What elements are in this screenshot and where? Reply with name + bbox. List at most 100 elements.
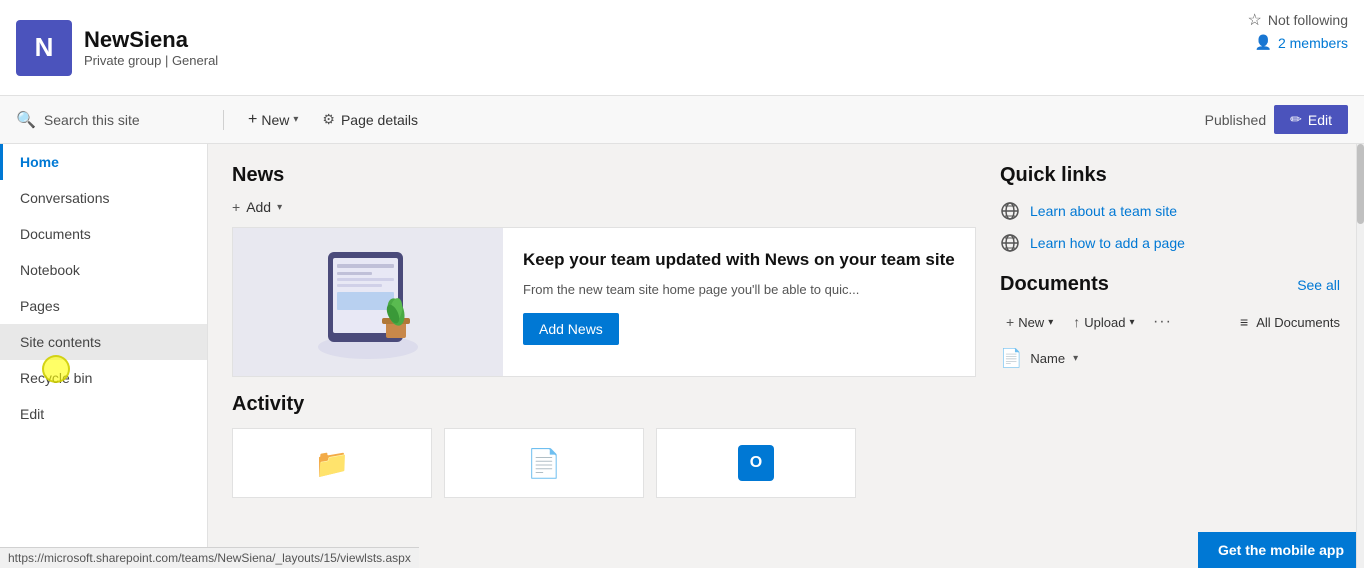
sidebar: Home Conversations Documents Notebook Pa… xyxy=(0,144,208,568)
status-bar: https://microsoft.sharepoint.com/teams/N… xyxy=(0,547,419,568)
docs-header: Documents See all xyxy=(1000,273,1340,296)
add-plus-icon: + xyxy=(232,199,240,215)
all-documents-button[interactable]: ≡ All Documents xyxy=(1240,314,1340,330)
new-label: New xyxy=(261,112,289,128)
docs-new-label: New xyxy=(1018,315,1044,330)
content-side: Quick links Learn about a team site xyxy=(1000,164,1340,548)
quick-links-title: Quick links xyxy=(1000,164,1340,187)
outlook-icon: Ο xyxy=(738,445,774,481)
content-main: News + Add ▾ xyxy=(232,164,976,548)
scrollbar-thumb[interactable] xyxy=(1357,144,1364,224)
sidebar-item-conversations[interactable]: Conversations xyxy=(0,180,207,216)
top-header: N NewSiena Private group | General ☆ Not… xyxy=(0,0,1364,96)
sidebar-notebook-label: Notebook xyxy=(20,262,80,278)
search-area[interactable]: 🔍 Search this site xyxy=(16,110,224,130)
members-link[interactable]: 👤 2 members xyxy=(1255,34,1348,51)
quick-link-item-1[interactable]: Learn about a team site xyxy=(1000,201,1340,221)
docs-new-chevron: ▾ xyxy=(1048,317,1053,328)
new-button[interactable]: + New ▾ xyxy=(240,107,306,133)
content-area: News + Add ▾ xyxy=(208,144,1364,568)
add-news-button[interactable]: Add News xyxy=(523,313,619,345)
new-chevron-icon: ▾ xyxy=(293,114,298,125)
name-sort-chevron[interactable]: ▾ xyxy=(1073,353,1078,364)
file-icon: 📄 xyxy=(1000,348,1022,369)
search-icon: 🔍 xyxy=(16,110,36,130)
globe-icon-1 xyxy=(1000,201,1020,221)
site-icon: N xyxy=(16,20,72,76)
activity-card-2: 📄 xyxy=(444,428,644,498)
add-news-button-label: Add News xyxy=(539,321,603,337)
docs-more-button[interactable]: ··· xyxy=(1148,308,1176,336)
status-url: https://microsoft.sharepoint.com/teams/N… xyxy=(8,551,411,565)
mobile-app-label: Get the mobile app xyxy=(1218,542,1344,558)
sidebar-item-notebook[interactable]: Notebook xyxy=(0,252,207,288)
quick-link-item-2[interactable]: Learn how to add a page xyxy=(1000,233,1340,253)
docs-upload-button[interactable]: ↑ Upload ▾ xyxy=(1067,311,1140,333)
sidebar-conversations-label: Conversations xyxy=(20,190,110,206)
globe-icon-2 xyxy=(1000,233,1020,253)
news-text: Keep your team updated with News on your… xyxy=(503,228,975,376)
gear-icon: ⚙ xyxy=(322,111,335,128)
sidebar-item-home[interactable]: Home xyxy=(0,144,207,180)
see-all-link[interactable]: See all xyxy=(1297,277,1340,293)
documents-title: Documents xyxy=(1000,273,1109,296)
page-details-button[interactable]: ⚙ Page details xyxy=(314,107,426,132)
not-following-button[interactable]: ☆ Not following xyxy=(1248,10,1349,30)
docs-upload-chevron: ▾ xyxy=(1129,317,1134,328)
page-details-label: Page details xyxy=(341,112,418,128)
sidebar-recycle-bin-label: Recycle bin xyxy=(20,370,92,386)
sidebar-home-label: Home xyxy=(20,154,59,170)
sidebar-item-documents[interactable]: Documents xyxy=(0,216,207,252)
tablet-illustration xyxy=(298,232,438,372)
search-input[interactable]: Search this site xyxy=(44,112,140,128)
main-layout: Home Conversations Documents Notebook Pa… xyxy=(0,144,1364,568)
documents-section: Documents See all + New ▾ ↑ Upload ▾ xyxy=(1000,273,1340,373)
list-icon: ≡ xyxy=(1240,314,1248,330)
activity-card-3: Ο xyxy=(656,428,856,498)
news-heading: Keep your team updated with News on your… xyxy=(523,248,955,272)
docs-new-button[interactable]: + New ▾ xyxy=(1000,311,1059,333)
star-icon: ☆ xyxy=(1248,10,1262,30)
sidebar-edit-label: Edit xyxy=(20,406,44,422)
published-label: Published xyxy=(1205,112,1267,128)
not-following-label: Not following xyxy=(1268,12,1348,28)
activity-title: Activity xyxy=(232,393,976,416)
news-section: News + Add ▾ xyxy=(232,164,976,377)
add-chevron-icon: ▾ xyxy=(277,202,282,213)
upload-icon: ↑ xyxy=(1073,314,1080,330)
mobile-app-button[interactable]: Get the mobile app xyxy=(1198,532,1364,568)
news-description: From the new team site home page you'll … xyxy=(523,282,955,297)
news-image xyxy=(233,228,503,376)
edit-label: Edit xyxy=(1308,112,1332,128)
folder-icon: 📁 xyxy=(315,447,350,480)
pencil-icon: ✏ xyxy=(1290,111,1302,128)
sidebar-item-pages[interactable]: Pages xyxy=(0,288,207,324)
sidebar-pages-label: Pages xyxy=(20,298,60,314)
docs-upload-label: Upload xyxy=(1084,315,1125,330)
edit-button[interactable]: ✏ Edit xyxy=(1274,105,1348,134)
activity-section: Activity 📁 📄 Ο xyxy=(232,393,976,498)
activity-card-1: 📁 xyxy=(232,428,432,498)
add-news-row[interactable]: + Add ▾ xyxy=(232,199,976,215)
toolbar: 🔍 Search this site + New ▾ ⚙ Page detail… xyxy=(0,96,1364,144)
all-docs-label: All Documents xyxy=(1256,315,1340,330)
news-title: News xyxy=(232,164,976,187)
sidebar-item-edit[interactable]: Edit xyxy=(0,396,207,432)
right-scrollbar[interactable] xyxy=(1356,144,1364,568)
quick-link-label-2: Learn how to add a page xyxy=(1030,235,1185,251)
docs-toolbar: + New ▾ ↑ Upload ▾ ··· ≡ All Documents xyxy=(1000,308,1340,336)
news-card: Keep your team updated with News on your… xyxy=(232,227,976,377)
sidebar-item-recycle-bin[interactable]: Recycle bin xyxy=(0,360,207,396)
quick-links-section: Quick links Learn about a team site xyxy=(1000,164,1340,253)
docs-name-row: 📄 Name ▾ xyxy=(1000,344,1340,373)
docs-name-label: Name xyxy=(1030,351,1065,366)
site-title: NewSiena xyxy=(84,27,218,53)
sidebar-item-site-contents[interactable]: Site contents xyxy=(0,324,207,360)
sidebar-site-contents-label: Site contents xyxy=(20,334,101,350)
members-count-label: 2 members xyxy=(1278,35,1348,51)
person-icon: 👤 xyxy=(1255,34,1272,51)
sidebar-documents-label: Documents xyxy=(20,226,91,242)
new-plus-icon: + xyxy=(248,111,257,129)
site-info: NewSiena Private group | General xyxy=(84,27,218,68)
docs-more-icon: ··· xyxy=(1153,313,1172,331)
